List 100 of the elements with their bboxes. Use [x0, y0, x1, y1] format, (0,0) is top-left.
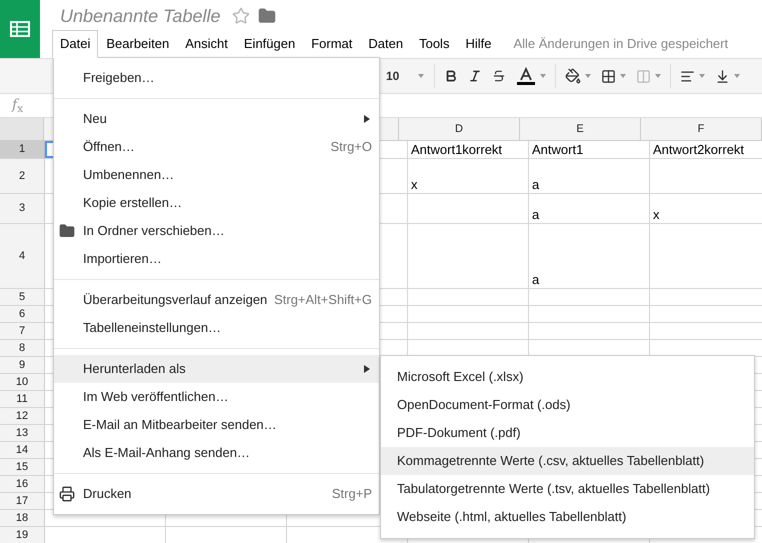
row-header[interactable]: 9: [0, 357, 45, 373]
row-header[interactable]: 17: [0, 493, 45, 509]
submenu-entry[interactable]: Microsoft Excel (.xlsx): [381, 363, 754, 391]
star-icon[interactable]: [232, 7, 250, 25]
menu-entry[interactable]: Kopie erstellen…: [54, 189, 379, 217]
paint-bucket-icon: [565, 68, 581, 84]
caret-icon: [620, 74, 626, 78]
shortcut-text: Strg+O: [330, 138, 372, 156]
caret-icon: [655, 74, 661, 78]
submenu-arrow-icon: [364, 365, 370, 373]
menu-item[interactable]: Datei: [52, 30, 98, 58]
cell-text: Antwort2korrekt: [653, 141, 744, 158]
menu-label: Kopie erstellen…: [83, 194, 182, 212]
menu-item[interactable]: Ansicht: [177, 30, 236, 58]
row-header[interactable]: 12: [0, 408, 45, 424]
row-header[interactable]: 7: [0, 323, 45, 339]
submenu-entry[interactable]: PDF-Dokument (.pdf): [381, 419, 754, 447]
column-header[interactable]: E: [520, 118, 641, 140]
menu-label: Importieren…: [83, 250, 162, 268]
menu-item[interactable]: Tools: [411, 30, 458, 58]
menu-entry[interactable]: Herunterladen als: [54, 355, 379, 383]
submenu-entry[interactable]: Tabulatorgetrennte Werte (.tsv, aktuelles Tabellenblatt): [381, 475, 754, 503]
text-color-icon: [516, 66, 536, 86]
folder-icon[interactable]: [258, 7, 276, 25]
column-header[interactable]: F: [641, 118, 762, 140]
submenu-entry[interactable]: OpenDocument-Format (.ods): [381, 391, 754, 419]
menu-entry[interactable]: Tabelleneinstellungen…: [54, 314, 379, 342]
caret-icon: [585, 74, 591, 78]
cell-text: x: [411, 176, 418, 193]
columns-icon: [636, 68, 651, 84]
menu-label: Herunterladen als: [83, 360, 186, 378]
menu-entry[interactable]: Als E-Mail-Anhang senden…: [54, 439, 379, 467]
submenu-entry[interactable]: Webseite (.html, aktuelles Tabellenblatt): [381, 503, 754, 531]
row-header[interactable]: 14: [0, 442, 45, 458]
row-header[interactable]: 13: [0, 425, 45, 441]
menu-label: E-Mail an Mitbearbeiter senden…: [83, 416, 277, 434]
menu-entry[interactable]: Drucken Strg+P: [54, 480, 379, 508]
shortcut-text: Strg+Alt+Shift+G: [274, 291, 372, 310]
menu-entry[interactable]: In Ordner verschieben…: [54, 217, 379, 245]
row-header[interactable]: 8: [0, 340, 45, 356]
menu-entry[interactable]: Im Web veröffentlichen…: [54, 383, 379, 411]
caret-icon: [734, 74, 740, 78]
menu-label: Überarbeitungsverlauf anzeigen: [83, 291, 268, 310]
row-header[interactable]: 18: [0, 510, 45, 526]
save-status: Alle Änderungen in Drive gespeichert: [513, 35, 728, 54]
menu-label: Öffnen…: [83, 138, 135, 156]
row-header[interactable]: 6: [0, 306, 45, 322]
submenu-entry[interactable]: Kommagetrennte Werte (.csv, aktuelles Tabellenblatt): [381, 447, 754, 475]
cell-text: Antwort1: [532, 141, 584, 158]
cell-text: x: [653, 206, 660, 223]
menu-label: Tabelleneinstellungen…: [83, 319, 222, 338]
row-header[interactable]: 10: [0, 374, 45, 390]
caret-icon: [540, 74, 546, 78]
row-header[interactable]: 3: [0, 194, 45, 223]
menu-entry[interactable]: Umbenennen…: [54, 161, 379, 189]
menu-label: Freigeben…: [83, 69, 155, 88]
menu-item[interactable]: Einfügen: [236, 30, 304, 58]
row-header[interactable]: 5: [0, 289, 45, 305]
bold-icon: [444, 69, 458, 83]
cell-text: Antwort1korrekt: [411, 141, 502, 158]
row-header[interactable]: 19: [0, 527, 45, 543]
submenu-arrow-icon: [364, 115, 370, 123]
caret-icon: [418, 74, 424, 78]
font-size-dropdown[interactable]: 10: [380, 63, 430, 89]
sheet-icon: [10, 21, 30, 37]
printer-icon: [59, 486, 75, 502]
menu-entry[interactable]: Freigeben…: [54, 64, 379, 92]
app-logo[interactable]: [0, 0, 40, 58]
grid-icon: [601, 68, 616, 84]
menu-label: Umbenennen…: [83, 166, 174, 184]
menu-label: Als E-Mail-Anhang senden…: [83, 444, 250, 462]
shortcut-text: Strg+P: [332, 485, 372, 504]
align-left-icon: [680, 68, 695, 84]
menu-entry[interactable]: Öffnen… Strg+O: [54, 133, 379, 161]
row-header[interactable]: 15: [0, 459, 45, 475]
menu-entry[interactable]: Neu: [54, 105, 379, 133]
cell-text: a: [532, 206, 540, 223]
row-header[interactable]: 1: [0, 141, 45, 158]
formula-label: f$_{x}$: [12, 96, 24, 116]
row-header[interactable]: 11: [0, 391, 45, 407]
cell-text: a: [532, 271, 540, 288]
folder-icon: [59, 223, 75, 239]
row-header[interactable]: 16: [0, 476, 45, 492]
menu-entry[interactable]: Importieren…: [54, 245, 379, 273]
menu-item[interactable]: Daten: [360, 30, 412, 58]
row-header[interactable]: 2: [0, 159, 45, 193]
caret-icon: [699, 74, 705, 78]
menu-label: In Ordner verschieben…: [83, 222, 225, 240]
cell-text: a: [532, 176, 540, 193]
menu-item[interactable]: Bearbeiten: [98, 30, 178, 58]
row-header[interactable]: 4: [0, 224, 45, 288]
menu-entry[interactable]: Überarbeitungsverlauf anzeigen Strg+Alt+Shift+G: [54, 286, 379, 314]
column-header[interactable]: D: [399, 118, 520, 140]
document-title[interactable]: Unbenannte Tabelle: [60, 2, 220, 30]
menu-label: Im Web veröffentlichen…: [83, 388, 228, 406]
menu-item[interactable]: Format: [303, 30, 360, 58]
menu-item[interactable]: Hilfe: [457, 30, 500, 58]
menu-entry[interactable]: E-Mail an Mitbearbeiter senden…: [54, 411, 379, 439]
strikethrough-icon: [492, 69, 506, 83]
menu-label: Neu: [83, 110, 107, 128]
